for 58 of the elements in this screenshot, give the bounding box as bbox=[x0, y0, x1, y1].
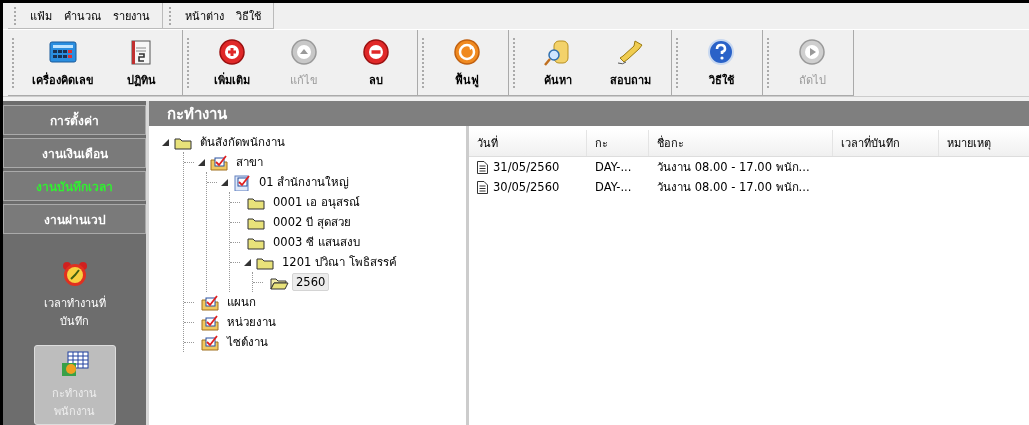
tree-item[interactable]: 0003 ซี แสนสงบ bbox=[269, 231, 364, 253]
column-header[interactable]: กะ bbox=[587, 130, 649, 156]
play-icon bbox=[797, 36, 827, 67]
collapse-arrow-icon[interactable] bbox=[243, 258, 252, 266]
tree-item[interactable]: 0001 เอ อนุสรณ์ bbox=[269, 191, 364, 213]
checked-folder-icon bbox=[200, 313, 220, 331]
table-cell-text: วันงาน 08.00 - 17.00 พนัก... bbox=[657, 179, 810, 196]
column-header[interactable]: วันที่ bbox=[469, 130, 587, 156]
checked-folder-icon bbox=[200, 293, 220, 311]
tree-item[interactable]: ต้นสังกัดพนักงาน bbox=[196, 131, 289, 153]
menu-item[interactable]: หน้าต่าง bbox=[185, 6, 224, 25]
checked-document-icon bbox=[232, 173, 252, 191]
toolbar-button[interactable]: ค้นหา bbox=[527, 34, 589, 91]
menu-item[interactable]: คำนวณ bbox=[64, 6, 101, 25]
tree-item[interactable]: 01 สำนักงานใหญ่ bbox=[255, 171, 354, 193]
checked-folder-icon bbox=[209, 153, 229, 171]
menu-item[interactable]: รายงาน bbox=[113, 6, 150, 25]
help-icon bbox=[706, 36, 736, 67]
plus-icon bbox=[217, 36, 247, 67]
toolbar-button[interactable]: วิธีใช้ bbox=[690, 34, 752, 91]
sidebar-section-button[interactable]: งานเงินเดือน bbox=[3, 138, 146, 168]
collapse-arrow-icon[interactable] bbox=[161, 138, 170, 146]
column-header[interactable]: หมายเหตุ bbox=[939, 130, 1029, 156]
sidebar-section-button[interactable]: งานผ่านเวป bbox=[3, 204, 146, 234]
toolbar-button[interactable]: เครื่องคิดเลข bbox=[26, 34, 100, 91]
tree-item[interactable]: ไซต์งาน bbox=[223, 331, 272, 353]
table-cell: DAY-... bbox=[595, 160, 632, 174]
menu-item[interactable]: วิธีใช้ bbox=[236, 6, 261, 25]
toolbar-button[interactable]: ฟื้นฟู bbox=[436, 34, 498, 91]
table-cell: 31/05/2560 bbox=[493, 160, 560, 174]
collapse-arrow-icon[interactable] bbox=[197, 158, 206, 166]
menu-item[interactable]: แฟ้ม bbox=[30, 6, 52, 25]
collapse-arrow-icon[interactable] bbox=[220, 178, 229, 186]
panel-title: กะทำงาน bbox=[149, 101, 1029, 126]
column-header[interactable]: ชื่อกะ bbox=[649, 130, 833, 156]
sidebar-tool[interactable]: เวลาทำงานที่บันทึก bbox=[33, 255, 116, 335]
table-cell: 30/05/2560 bbox=[493, 180, 560, 194]
tree-item[interactable]: 1201 ปวิณา โพธิสรรค์ bbox=[278, 251, 401, 273]
tree-item[interactable]: หน่วยงาน bbox=[223, 311, 280, 333]
toolbar-button[interactable]: สอบถาม bbox=[599, 34, 661, 91]
tree-item[interactable]: 2560 bbox=[292, 273, 330, 291]
toolbar-button[interactable]: ปฏิทิน bbox=[110, 34, 172, 91]
table-cell: DAY-... bbox=[595, 180, 632, 194]
sidebar-section-button[interactable]: การตั้งค่า bbox=[3, 105, 146, 135]
tree-item[interactable]: สาขา bbox=[232, 151, 267, 173]
document-icon bbox=[477, 180, 488, 194]
column-header[interactable]: เวลาที่บันทึก bbox=[833, 130, 939, 156]
document-icon bbox=[477, 160, 488, 174]
schedule-grid-icon bbox=[59, 350, 90, 378]
tree-item[interactable]: แผนก bbox=[223, 291, 260, 313]
table-cell-text: วันงาน 08.00 - 17.00 พนัก... bbox=[657, 159, 810, 176]
alarm-clock-icon bbox=[60, 260, 89, 288]
refresh-icon bbox=[452, 36, 482, 67]
tree-item[interactable]: 0002 บี สุดสวย bbox=[269, 211, 355, 233]
toolbar-button[interactable]: เพิ่มเติม bbox=[201, 34, 263, 91]
checked-folder-icon bbox=[200, 333, 220, 351]
minus-icon bbox=[361, 36, 391, 67]
toolbar-button[interactable]: ลบ bbox=[345, 34, 407, 91]
